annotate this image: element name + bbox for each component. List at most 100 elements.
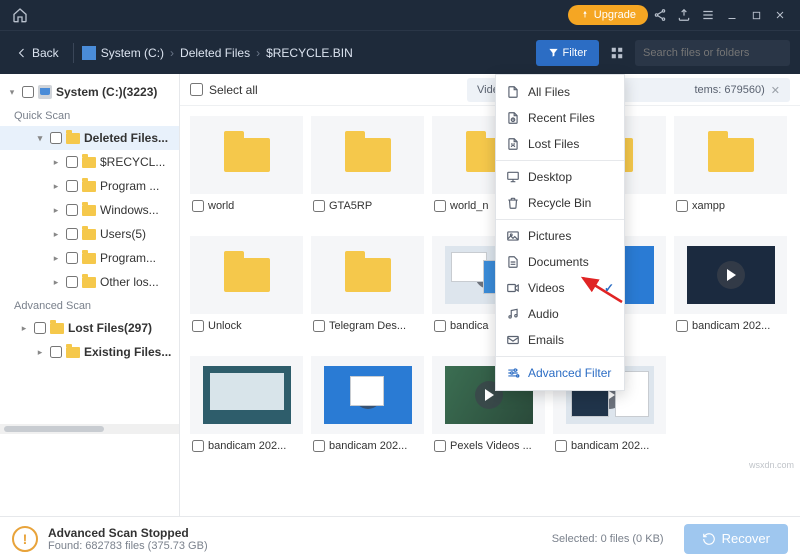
grid-item[interactable]: bandicam 202...: [190, 356, 303, 468]
folder-icon: [50, 323, 64, 334]
grid-item[interactable]: world: [190, 116, 303, 228]
tree-root[interactable]: ▾ System (C:)(3223): [0, 80, 179, 104]
tree-label: Lost Files(297): [68, 321, 179, 335]
checkbox[interactable]: [50, 132, 62, 144]
tree-item[interactable]: ▸$RECYCL...: [0, 150, 179, 174]
dropdown-item-documents[interactable]: Documents: [496, 249, 624, 275]
grid-item[interactable]: GTA5RP: [311, 116, 424, 228]
dropdown-label: Emails: [528, 333, 564, 347]
chevron-right-icon[interactable]: ▸: [34, 347, 46, 358]
tree-item[interactable]: ▸Program ...: [0, 174, 179, 198]
item-name: xampp: [692, 200, 785, 212]
checkbox[interactable]: [192, 320, 204, 332]
grid-item[interactable]: bandicam 202...: [674, 236, 787, 348]
tree-item[interactable]: ▸Other los...: [0, 270, 179, 294]
dropdown-item-desktop[interactable]: Desktop: [496, 164, 624, 190]
scrollbar[interactable]: [0, 424, 179, 434]
home-icon[interactable]: [8, 0, 32, 30]
export-icon[interactable]: [672, 0, 696, 30]
checkbox[interactable]: [66, 228, 78, 240]
dropdown-item-lost-files[interactable]: Lost Files: [496, 131, 624, 157]
breadcrumb-item[interactable]: Deleted Files: [180, 46, 250, 60]
checkbox[interactable]: [50, 346, 62, 358]
grid-item[interactable]: bandicam 202...: [311, 356, 424, 468]
checkbox[interactable]: [34, 322, 46, 334]
breadcrumb-item[interactable]: $RECYCLE.BIN: [266, 46, 353, 60]
checkbox[interactable]: [676, 200, 688, 212]
dropdown-label: Recycle Bin: [528, 196, 591, 210]
share-icon[interactable]: [648, 0, 672, 30]
checkbox[interactable]: [66, 276, 78, 288]
grid-view-icon[interactable]: [603, 40, 631, 66]
chevron-right-icon[interactable]: ▸: [50, 277, 62, 288]
checkbox[interactable]: [66, 156, 78, 168]
dropdown-item-all-files[interactable]: All Files: [496, 79, 624, 105]
checkbox[interactable]: [434, 200, 446, 212]
item-name: Pexels Videos ...: [450, 440, 543, 452]
dropdown-item-recent-files[interactable]: Recent Files: [496, 105, 624, 131]
filter-button[interactable]: Filter: [536, 40, 599, 66]
checkbox[interactable]: [190, 83, 203, 96]
grid-item[interactable]: Telegram Des...: [311, 236, 424, 348]
checkbox[interactable]: [192, 440, 204, 452]
search-input[interactable]: [643, 47, 785, 59]
chevron-right-icon[interactable]: ▸: [50, 181, 62, 192]
dropdown-item-advanced-filter[interactable]: Advanced Filter: [496, 360, 624, 386]
chevron-right-icon[interactable]: ▸: [50, 205, 62, 216]
back-button[interactable]: Back: [10, 42, 65, 64]
chevron-down-icon[interactable]: ▾: [6, 87, 18, 98]
tree-item[interactable]: ▸Windows...: [0, 198, 179, 222]
checkbox[interactable]: [66, 252, 78, 264]
drive-icon: [82, 46, 96, 60]
checkbox[interactable]: [555, 440, 567, 452]
tree-label: Program...: [100, 251, 179, 265]
audio-icon: [506, 307, 520, 321]
checkbox[interactable]: [434, 320, 446, 332]
dropdown-label: Audio: [528, 307, 559, 321]
tree-section-header: Quick Scan: [0, 104, 179, 126]
search-box[interactable]: [635, 40, 790, 66]
recover-button[interactable]: Recover: [684, 524, 788, 554]
maximize-icon[interactable]: [744, 0, 768, 30]
desktop-icon: [506, 170, 520, 184]
grid-item[interactable]: Unlock: [190, 236, 303, 348]
checkbox[interactable]: [192, 200, 204, 212]
breadcrumb-item[interactable]: System (C:): [101, 46, 164, 60]
dropdown-item-recycle-bin[interactable]: Recycle Bin: [496, 190, 624, 216]
dropdown-item-pictures[interactable]: Pictures: [496, 223, 624, 249]
upgrade-button[interactable]: Upgrade: [568, 5, 648, 25]
close-icon[interactable]: [768, 0, 792, 30]
chevron-down-icon[interactable]: ▾: [34, 133, 46, 144]
checkbox[interactable]: [66, 204, 78, 216]
tree-item-deleted-files[interactable]: ▾ Deleted Files...: [0, 126, 179, 150]
checkbox[interactable]: [313, 440, 325, 452]
videos-icon: [506, 281, 520, 295]
chevron-right-icon[interactable]: ▸: [50, 229, 62, 240]
grid-item[interactable]: xampp: [674, 116, 787, 228]
checkbox[interactable]: [66, 180, 78, 192]
dropdown-item-videos[interactable]: Videos✓: [496, 275, 624, 301]
dropdown-item-audio[interactable]: Audio: [496, 301, 624, 327]
chevron-right-icon[interactable]: ▸: [50, 253, 62, 264]
warning-icon: !: [12, 526, 38, 552]
minimize-icon[interactable]: [720, 0, 744, 30]
checkbox[interactable]: [434, 440, 446, 452]
close-icon[interactable]: ✕: [771, 84, 780, 97]
dropdown-item-emails[interactable]: Emails: [496, 327, 624, 353]
tree-item-lost-files[interactable]: ▸ Lost Files(297): [0, 316, 179, 340]
folder-icon: [708, 138, 754, 172]
divider: [496, 356, 624, 357]
chevron-right-icon[interactable]: ▸: [50, 157, 62, 168]
checkbox[interactable]: [22, 86, 34, 98]
select-all[interactable]: Select all: [190, 83, 258, 97]
tree-item[interactable]: ▸ Program...: [0, 246, 179, 270]
checkbox[interactable]: [313, 200, 325, 212]
menu-icon[interactable]: [696, 0, 720, 30]
file-grid: world GTA5RP world_n e_end xampp Unlock …: [180, 106, 800, 516]
status-detail: Found: 682783 files (375.73 GB): [48, 540, 208, 552]
tree-item[interactable]: ▸Users(5): [0, 222, 179, 246]
checkbox[interactable]: [676, 320, 688, 332]
checkbox[interactable]: [313, 320, 325, 332]
chevron-right-icon[interactable]: ▸: [18, 323, 30, 334]
tree-item-existing-files[interactable]: ▸Existing Files...: [0, 340, 179, 364]
